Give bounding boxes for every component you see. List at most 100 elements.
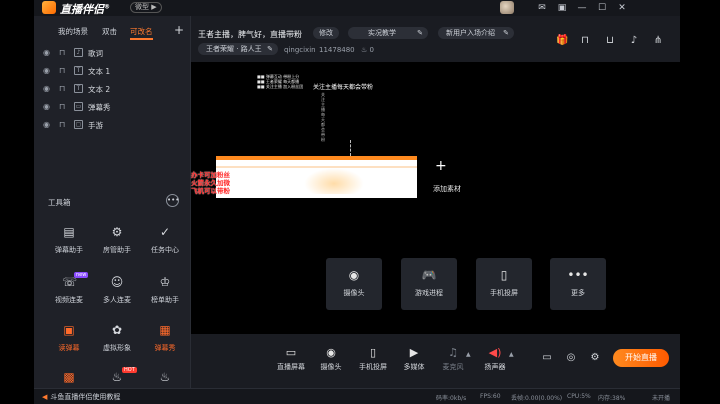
add-scene-icon[interactable]: + [174,23,184,37]
fire-icon: ♨ [159,370,171,384]
eye-icon[interactable]: ◉ [43,66,52,75]
tool-label: 多人连麦 [103,296,131,304]
source-list: ◉ ⊓ ♪ 歌词 ◉ ⊓ T 文本 1 ◉ ⊓ T 文本 2 ◉ ⊓ ▭ 弹幕秀… [34,44,191,134]
tool-multi-link[interactable]: ☺ 多人连麦 [92,275,142,309]
tag-selector[interactable]: 王者荣耀 · 路人王 ✎ [198,43,278,55]
start-live-button[interactable]: 开始直播 [613,349,669,367]
app-window: 直播伴侣® 微型 ▶ ✉ ▣ — ☐ ✕ 我的场景 双击 可改名 + ◉ ⊓ ♪… [34,0,680,404]
add-source-label[interactable]: 添加素材 [433,184,461,194]
preview-canvas[interactable]: ■■ 弹幕互动 带粉上分 ■■ 王者荣耀 每天都播 ■■ 关注主播 加入粉丝团 … [191,62,680,334]
source-item[interactable]: ◉ ⊓ T 文本 1 [34,62,191,80]
room-id: 11478480 [319,46,355,54]
tool-danmaku-show[interactable]: ▦ 弹幕秀 [140,323,190,357]
tool-leaderboard[interactable]: ♔ 榜单助手 [140,275,190,309]
avatar-icon: ✿ [111,323,123,337]
maximize-icon[interactable]: ☐ [596,2,608,14]
source-item[interactable]: ◉ ⊓ T 文本 2 [34,80,191,98]
multi-link-icon: ☺ [110,275,124,289]
avatar[interactable] [500,1,514,14]
source-item[interactable]: ◉ ⊓ ▭ 弹幕秀 [34,98,191,116]
tile-label: 游戏进程 [415,289,443,297]
add-source-icon[interactable]: + [435,158,447,174]
speaker-tip-icon: ◀ [42,393,48,401]
tool-icon: ▩ [63,370,75,384]
layout-icon[interactable]: ▣ [556,2,568,14]
tool-label: 视频连麦 [55,296,83,304]
eye-icon[interactable]: ◉ [43,120,52,129]
camera-button[interactable]: ◉ 摄像头 [311,346,351,372]
tool-task-center[interactable]: ✓ 任务中心 [140,225,190,259]
new-badge: new [74,272,89,278]
lock-icon[interactable]: ⊓ [59,120,65,129]
visibility-icon[interactable]: ◎ [565,352,577,364]
settings-icon[interactable]: ⚙ [589,352,601,364]
version-badge[interactable]: 微型 ▶ [130,2,162,13]
category-label: 实况教学 [368,29,396,37]
red-line: 飞机可以带粉 [191,187,230,195]
share-icon[interactable]: ⋔ [652,35,664,47]
mic-caret-icon[interactable]: ▲ [466,351,471,358]
record-icon[interactable]: ▭ [541,352,553,364]
gift-icon[interactable]: 🎁 [556,35,568,47]
more-dots-icon[interactable]: ••• [166,194,179,207]
source-item[interactable]: ◉ ⊓ ♪ 歌词 [34,44,191,62]
tile-label: 摄像头 [343,289,365,297]
tool-danmaku-assistant[interactable]: ▤ 弹幕助手 [44,225,94,259]
tool-label: 弹幕助手 [55,246,83,254]
speaker-button[interactable]: ◀) 扬声器 [475,346,515,372]
category-selector[interactable]: 实况教学 ✎ [348,27,428,39]
tutorial-link[interactable]: ◀ 斗鱼直播伴侣使用教程 [42,392,120,402]
phone-cast-button[interactable]: ▯ 手机投屏 [353,346,393,372]
source-name: 手游 [88,121,103,130]
source-item[interactable]: ◉ ⊓ ▢ 手游 [34,116,191,134]
fps-stat: FPS:60 [480,393,501,400]
screen-icon: ▭ [285,346,297,359]
eye-icon[interactable]: ◉ [43,48,52,57]
red-line: 火箭永久加微 [191,179,230,187]
text-icon: T [74,66,83,75]
microphone-button[interactable]: ♫ 麦克风 [433,346,473,372]
eye-icon[interactable]: ◉ [43,102,52,111]
source-name: 文本 2 [88,85,111,94]
camera-icon: ◉ [348,268,360,282]
lock-icon[interactable]: ⊓ [59,48,65,57]
banner-scene [304,168,364,194]
intro-selector[interactable]: 新用户入场介绍 ✎ [438,27,514,39]
media-button[interactable]: ▶ 多媒体 [394,346,434,372]
vertical-text: 关注主播每天都会带粉 [321,92,325,142]
bitrate-stat: 码率:0kb/s [436,395,467,402]
tool-video-link[interactable]: new ☏ 视频连麦 [44,272,94,309]
quick-tile-game[interactable]: 🎮 游戏进程 [401,258,457,310]
lock-icon[interactable]: ⊓ [59,102,65,111]
phone-cast-icon: ▯ [369,346,377,359]
minimize-icon[interactable]: — [576,2,588,14]
mail-icon[interactable]: ✉ [536,2,548,14]
tab-double-click[interactable]: 双击 [102,26,117,37]
tool-room-manager[interactable]: ⚙ 房管助手 [92,225,142,259]
tab-my-scene[interactable]: 我的场景 [58,26,88,37]
fans-value: 0 [369,46,374,54]
tab-renamable[interactable]: 可改名 [130,26,153,40]
lock-icon[interactable]: ⊓ [59,84,65,93]
eye-icon[interactable]: ◉ [43,84,52,93]
screen-capture-button[interactable]: ▭ 直播屏幕 [271,346,311,372]
unlock-icon[interactable]: ⊔ [604,35,616,47]
tool-label: 弹幕秀 [154,344,176,352]
close-icon[interactable]: ✕ [616,2,628,14]
edit-title-button[interactable]: 修改 [313,27,339,39]
drop-stat: 丢帧:0.00(0.00%) [511,395,563,402]
bell-icon[interactable]: ♪ [628,35,640,47]
tool-virtual-avatar[interactable]: ✿ 虚拟形象 [92,323,142,357]
game-banner[interactable] [216,156,417,198]
tool-read-danmaku[interactable]: ▣ 读弹幕 [44,323,94,357]
quick-tile-camera[interactable]: ◉ 摄像头 [326,258,382,310]
lock-icon[interactable]: ⊓ [579,35,591,47]
red-line: 办卡可加粉丝 [191,171,230,179]
speaker-caret-icon[interactable]: ▲ [509,351,514,358]
fans-count: ♨ 0 [361,46,374,54]
source-name: 歌词 [88,49,103,58]
quick-tile-phone[interactable]: ▯ 手机投屏 [476,258,532,310]
status-bar: ◀ 斗鱼直播伴侣使用教程 码率:0kb/s FPS:60 丢帧:0.00(0.00… [34,388,680,404]
quick-tile-more[interactable]: ••• 更多 [550,258,606,310]
lock-icon[interactable]: ⊓ [59,66,65,75]
